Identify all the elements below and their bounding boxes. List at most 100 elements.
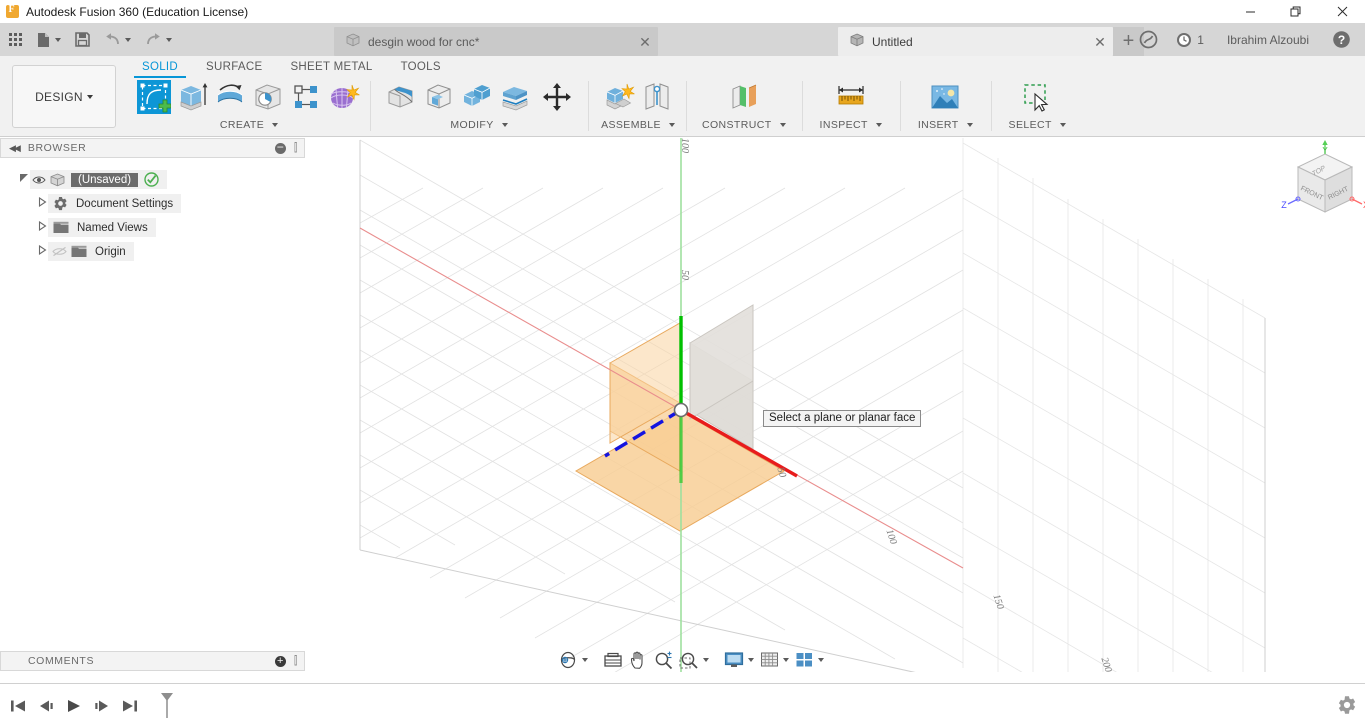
panel-gripper[interactable]: ⫿ (294, 142, 298, 155)
job-status-icon[interactable]: 1 (1167, 23, 1213, 56)
panel-select-label[interactable]: SELECT (1009, 119, 1066, 131)
orbit-button[interactable] (555, 647, 591, 673)
chevron-down-icon (748, 658, 754, 662)
form-button[interactable] (325, 78, 363, 116)
viewports-button[interactable] (792, 647, 827, 673)
chevron-down-icon (875, 123, 882, 127)
panel-assemble-label[interactable]: ASSEMBLE (601, 119, 675, 131)
tree-item-unsaved[interactable]: (Unsaved) (0, 170, 305, 189)
combine-button[interactable] (458, 78, 496, 116)
panel-create-title: CREATE (219, 119, 265, 131)
gear-icon (53, 196, 68, 211)
expand-arrow-icon[interactable] (36, 244, 48, 258)
tab-surface[interactable]: SURFACE (192, 56, 276, 77)
shell-button[interactable] (420, 78, 458, 116)
minimize-panel-icon[interactable]: − (275, 141, 286, 154)
extension-icon[interactable] (1130, 23, 1167, 56)
revolve-button[interactable] (211, 78, 249, 116)
display-settings-button[interactable] (721, 647, 757, 673)
chevron-down-icon (86, 94, 93, 99)
panel-modify-label[interactable]: MODIFY (450, 119, 508, 131)
panel-assemble-title: ASSEMBLE (601, 119, 661, 131)
timeline-settings-button[interactable] (1337, 695, 1357, 720)
panel-insert-label[interactable]: INSERT (918, 119, 973, 131)
create-sketch-button[interactable] (135, 78, 173, 116)
unsaved-check-icon (144, 172, 159, 187)
document-tab-1-label: desgin wood for cnc* (368, 34, 480, 49)
press-pull-button[interactable] (496, 78, 534, 116)
timeline-marker-icon[interactable] (155, 693, 179, 719)
collapse-left-icon[interactable]: ◀◀ (9, 143, 21, 154)
undo-icon[interactable] (97, 23, 138, 56)
tree-item-origin-label: Origin (95, 245, 126, 258)
panel-insert: INSERT (899, 78, 991, 137)
help-icon[interactable]: ? (1323, 23, 1365, 56)
move-copy-button[interactable] (538, 78, 576, 116)
tree-item-origin[interactable]: Origin (0, 242, 305, 261)
rectangular-pattern-button[interactable] (287, 78, 325, 116)
tab-sheet-metal[interactable]: SHEET METAL (276, 56, 386, 77)
maximize-button[interactable] (1273, 0, 1319, 23)
go-to-beginning-button[interactable] (6, 693, 30, 719)
svg-text:Z: Z (1281, 200, 1287, 210)
measure-button[interactable] (832, 78, 870, 116)
document-tab-1[interactable]: desgin wood for cnc* ✕ (334, 27, 658, 56)
hole-button[interactable] (249, 78, 287, 116)
folder-icon (71, 245, 87, 258)
visibility-eye-icon[interactable] (30, 175, 48, 185)
minimize-button[interactable] (1227, 0, 1273, 23)
grid-snaps-button[interactable] (757, 647, 792, 673)
redo-icon[interactable] (138, 23, 179, 56)
close-button[interactable] (1319, 0, 1365, 23)
step-back-button[interactable] (34, 693, 58, 719)
viewport-3d[interactable]: 100 50 50 100 150 200 Select a plane or … (305, 138, 1365, 683)
visibility-off-icon[interactable] (50, 246, 68, 257)
user-name[interactable]: Ibrahim Alzoubi (1213, 23, 1323, 56)
tree-item-named-views[interactable]: Named Views (0, 218, 305, 237)
select-window-button[interactable] (1018, 78, 1056, 116)
insert-decal-button[interactable] (926, 78, 964, 116)
panel-inspect-label[interactable]: INSPECT (820, 119, 882, 131)
window-controls (1227, 0, 1365, 23)
fit-button[interactable] (676, 647, 712, 673)
joint-button[interactable] (638, 78, 676, 116)
look-at-button[interactable] (600, 647, 626, 673)
expand-arrow-icon[interactable] (36, 220, 48, 234)
extrude-button[interactable] (173, 78, 211, 116)
panel-construct-title: CONSTRUCT (702, 119, 772, 131)
view-cube[interactable]: TOP FRONT RIGHT Y Z X (1280, 140, 1365, 235)
tree-item-named-views-label: Named Views (77, 221, 148, 234)
app-grid-icon[interactable] (0, 23, 29, 56)
expand-arrow-icon[interactable] (36, 196, 48, 210)
document-tab-2-close[interactable]: ✕ (1093, 35, 1107, 49)
workspace-selector[interactable]: DESIGN (12, 65, 116, 128)
expand-arrow-icon[interactable] (18, 173, 30, 186)
step-forward-button[interactable] (90, 693, 114, 719)
pan-button[interactable] (626, 647, 651, 673)
browser-panel-header: ◀◀ BROWSER − ⫿ (0, 138, 305, 158)
job-count: 1 (1197, 32, 1204, 47)
document-tab-2[interactable]: Untitled ✕ (838, 27, 1113, 56)
tree-item-document-settings[interactable]: Document Settings (0, 194, 305, 213)
new-file-icon[interactable] (29, 23, 68, 56)
document-tab-1-close[interactable]: ✕ (638, 35, 652, 49)
go-to-end-button[interactable] (118, 693, 142, 719)
chevron-down-icon (818, 658, 824, 662)
zoom-button[interactable] (651, 647, 676, 673)
panel-construct-label[interactable]: CONSTRUCT (702, 119, 786, 131)
save-icon[interactable] (68, 23, 97, 56)
panel-gripper[interactable]: ⫿ (294, 655, 298, 668)
fillet-button[interactable] (382, 78, 420, 116)
play-button[interactable] (62, 693, 86, 719)
comments-panel[interactable]: COMMENTS + ⫿ (0, 651, 305, 671)
timeline-bar (0, 683, 1365, 728)
quick-access-toolbar (0, 23, 179, 56)
tab-solid[interactable]: SOLID (128, 56, 192, 78)
view-navigation-bar (555, 646, 827, 674)
offset-plane-button[interactable] (725, 78, 763, 116)
new-component-button[interactable] (600, 78, 638, 116)
document-tab-2-label: Untitled (872, 34, 913, 49)
panel-create-label[interactable]: CREATE (219, 119, 279, 131)
tab-tools[interactable]: TOOLS (387, 56, 455, 77)
add-comment-icon[interactable]: + (275, 655, 286, 667)
